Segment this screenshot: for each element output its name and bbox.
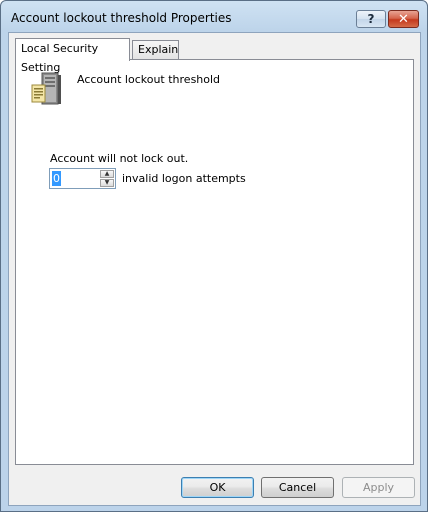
close-button[interactable]: ✕	[388, 10, 419, 28]
ok-button[interactable]: OK	[181, 477, 254, 498]
arrow-down-icon: ▼	[104, 179, 110, 186]
policy-name: Account lockout threshold	[77, 73, 221, 86]
tab-explain[interactable]: Explain	[132, 40, 179, 59]
spin-up-button[interactable]: ▲	[100, 170, 114, 178]
help-button[interactable]: ?	[356, 10, 386, 28]
threshold-value-input[interactable]: 0	[52, 171, 61, 186]
properties-window: Account lockout threshold Properties ? ✕…	[0, 0, 428, 512]
close-icon: ✕	[398, 11, 409, 27]
local-security-setting-panel: Account lockout threshold Account will n…	[15, 59, 414, 465]
threshold-units-label: invalid logon attempts	[122, 172, 246, 185]
arrow-up-icon: ▲	[104, 170, 110, 177]
title-bar[interactable]: Account lockout threshold Properties ? ✕	[1, 1, 427, 33]
spin-down-button[interactable]: ▼	[100, 179, 114, 187]
apply-button[interactable]: Apply	[342, 477, 415, 498]
window-title: Account lockout threshold Properties	[11, 11, 232, 25]
dialog-client-area: Local Security Setting Explain Account l…	[8, 32, 421, 506]
help-icon: ?	[367, 12, 375, 26]
cancel-button[interactable]: Cancel	[261, 477, 334, 498]
security-policy-icon	[31, 72, 61, 105]
tab-local-security-setting[interactable]: Local Security Setting	[15, 38, 130, 74]
lockout-status-text: Account will not lock out.	[50, 152, 189, 165]
threshold-spinbox[interactable]: 0 ▲ ▼	[49, 168, 116, 189]
spin-buttons: ▲ ▼	[100, 170, 114, 187]
